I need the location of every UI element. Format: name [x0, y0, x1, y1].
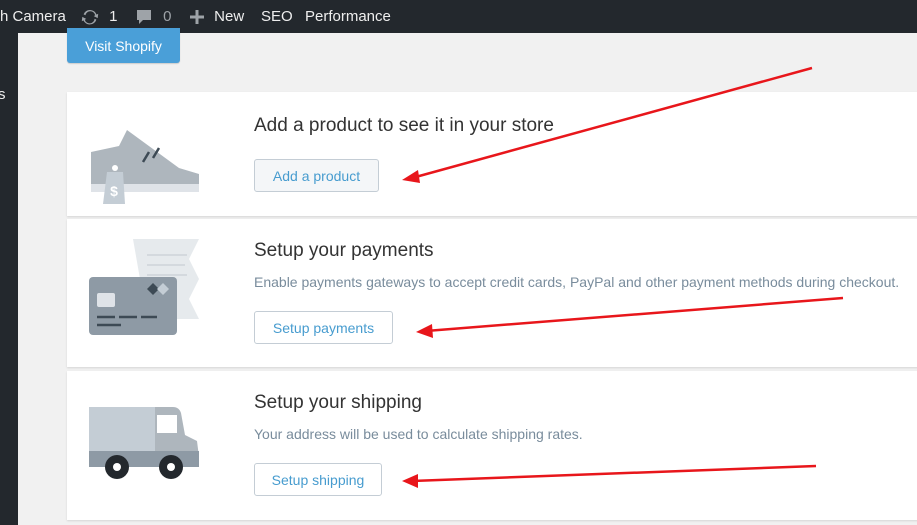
card-description: Your address will be used to calculate s… — [254, 426, 583, 442]
sidebar-item-partial[interactable]: s — [0, 86, 6, 103]
delivery-truck-illustration — [89, 407, 199, 479]
admin-sidebar: s — [0, 33, 18, 525]
updates-count: 1 — [109, 8, 118, 25]
new-content-link[interactable]: New — [189, 0, 244, 33]
add-product-card: $ Add a product to see it in your store … — [67, 92, 917, 216]
card-title: Setup your shipping — [254, 392, 422, 413]
new-label: New — [214, 8, 245, 25]
setup-payments-card: Setup your payments Enable payments gate… — [67, 219, 917, 367]
payment-card-illustration — [89, 239, 199, 335]
seo-link[interactable]: SEO — [261, 0, 293, 33]
visit-shopify-button[interactable]: Visit Shopify — [67, 28, 180, 63]
card-description: Enable payments gateways to accept credi… — [254, 274, 900, 290]
plus-icon — [190, 10, 204, 25]
setup-payments-button[interactable]: Setup payments — [254, 311, 393, 344]
updates-icon — [81, 10, 99, 25]
card-title: Setup your payments — [254, 240, 434, 261]
performance-link[interactable]: Performance — [305, 0, 391, 33]
product-illustration: $ — [91, 130, 199, 204]
svg-text:$: $ — [110, 183, 118, 199]
card-title: Add a product to see it in your store — [254, 115, 554, 136]
comments-count: 0 — [163, 8, 172, 25]
setup-shipping-button[interactable]: Setup shipping — [254, 463, 382, 496]
setup-shipping-card: Setup your shipping Your address will be… — [67, 371, 917, 520]
site-name-link[interactable]: h Camera — [0, 0, 66, 33]
add-product-button[interactable]: Add a product — [254, 159, 379, 192]
comment-icon — [137, 10, 151, 25]
